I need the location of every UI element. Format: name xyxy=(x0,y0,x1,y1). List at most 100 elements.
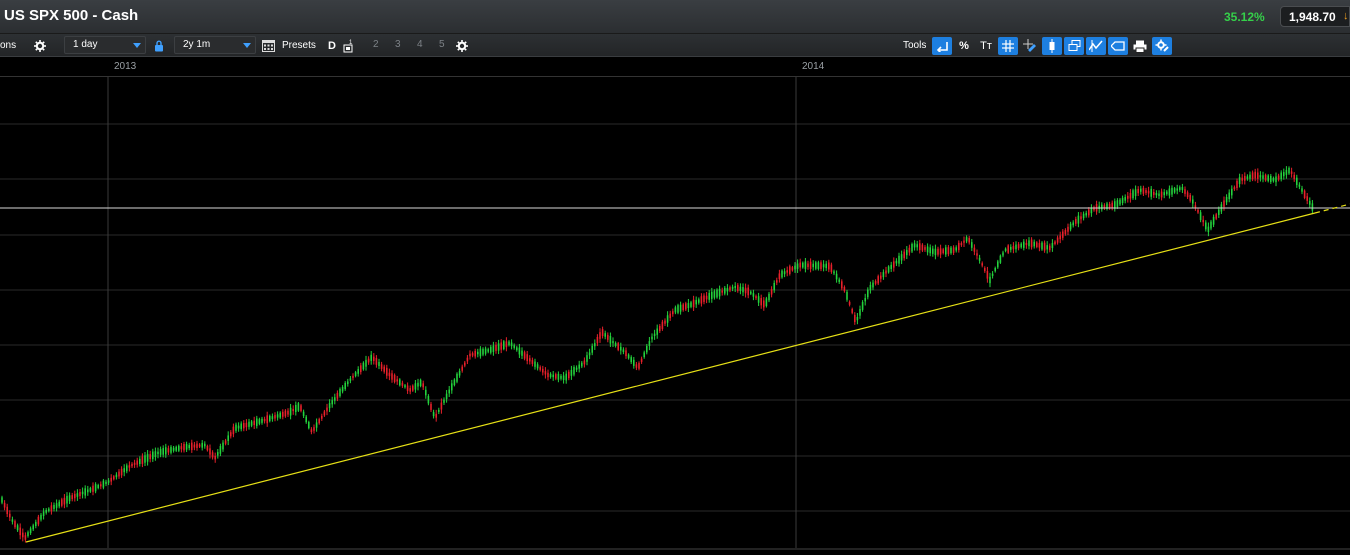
period-d-button[interactable]: D xyxy=(328,34,336,57)
down-candle xyxy=(986,270,989,279)
up-candle xyxy=(227,435,229,441)
up-candle xyxy=(1228,192,1230,200)
down-candle xyxy=(430,403,432,410)
up-candle xyxy=(906,249,908,256)
text-tool-button[interactable]: Tт xyxy=(976,37,996,55)
up-candle xyxy=(178,445,180,451)
down-candle xyxy=(128,465,131,468)
up-candle xyxy=(612,341,614,344)
up-candle xyxy=(89,488,92,492)
up-candle xyxy=(534,361,536,367)
up-candle xyxy=(68,495,71,502)
range-select[interactable]: 2y 1m xyxy=(174,36,256,54)
print-icon[interactable] xyxy=(1130,37,1150,55)
down-candle xyxy=(50,505,53,512)
up-candle xyxy=(1298,184,1301,187)
down-candle xyxy=(1264,174,1267,181)
down-candle xyxy=(396,379,398,382)
down-candle xyxy=(1241,177,1243,181)
down-candle xyxy=(841,281,843,289)
up-candle xyxy=(414,383,417,390)
down-candle xyxy=(1127,195,1129,199)
percent-button[interactable]: % xyxy=(954,37,974,55)
label-tag-icon[interactable] xyxy=(1108,37,1128,55)
trendline xyxy=(25,212,1316,543)
down-candle xyxy=(401,382,404,386)
down-candle xyxy=(1223,200,1225,207)
preset-2-button[interactable]: 2 xyxy=(373,39,379,50)
instrument-title: US SPX 500 - Cash xyxy=(4,7,139,24)
up-candle xyxy=(708,292,710,300)
up-candle xyxy=(549,373,552,378)
up-candle xyxy=(1010,246,1012,250)
calendar-icon[interactable] xyxy=(262,34,275,57)
down-candle xyxy=(131,463,133,467)
year-label-2013: 2013 xyxy=(114,61,137,72)
price-chart[interactable] xyxy=(0,0,1350,555)
crosshair-pencil-icon[interactable] xyxy=(1020,37,1040,55)
tools-label: Tools xyxy=(903,40,927,51)
price-box[interactable]: 1,948.70 ↓ xyxy=(1280,6,1350,27)
options-menu[interactable]: ons xyxy=(0,34,16,57)
down-candle xyxy=(1186,192,1189,198)
up-candle xyxy=(861,302,864,310)
up-candle xyxy=(1158,193,1160,196)
down-candle xyxy=(703,295,705,302)
up-candle xyxy=(643,352,645,358)
down-candle xyxy=(209,448,211,455)
down-candle xyxy=(360,365,362,373)
down-candle xyxy=(1056,237,1059,243)
up-candle xyxy=(94,484,97,492)
down-candle xyxy=(1007,245,1009,253)
interval-select[interactable]: 1 day xyxy=(64,36,146,54)
preset-settings-gear-icon[interactable] xyxy=(456,34,468,57)
preset-4-button[interactable]: 4 xyxy=(417,39,423,50)
up-candle xyxy=(1132,190,1134,199)
down-candle xyxy=(100,484,102,487)
up-candle xyxy=(347,381,349,385)
year-label-2014: 2014 xyxy=(802,61,825,72)
up-candle xyxy=(165,447,167,455)
up-candle xyxy=(856,316,859,321)
up-candle xyxy=(812,263,814,268)
up-candle xyxy=(53,504,55,509)
settings-tools-icon[interactable] xyxy=(1152,37,1172,55)
down-candle xyxy=(92,485,94,492)
arrow-down-icon: ↓ xyxy=(1343,10,1349,22)
up-candle xyxy=(172,447,175,451)
lock-icon[interactable] xyxy=(154,34,164,57)
up-candle xyxy=(557,373,560,380)
down-candle xyxy=(1197,209,1199,213)
up-candle xyxy=(1280,172,1282,180)
up-candle xyxy=(1176,188,1178,191)
down-candle xyxy=(1189,194,1191,201)
up-candle xyxy=(1119,199,1121,205)
grid-icon[interactable] xyxy=(998,37,1018,55)
preset-5-button[interactable]: 5 xyxy=(439,39,445,50)
up-candle xyxy=(1101,204,1103,210)
up-candle xyxy=(991,273,994,276)
up-candle xyxy=(588,352,591,356)
down-candle xyxy=(1075,219,1077,224)
settings-gear-icon[interactable] xyxy=(34,34,46,57)
up-candle xyxy=(1179,187,1181,191)
down-candle xyxy=(599,332,601,339)
down-candle xyxy=(1147,190,1150,194)
down-candle xyxy=(539,367,541,370)
up-candle xyxy=(1116,200,1119,207)
candlestick-icon[interactable] xyxy=(1042,37,1062,55)
windows-icon[interactable] xyxy=(1064,37,1084,55)
up-candle xyxy=(666,315,669,323)
indicator-icon[interactable] xyxy=(1086,37,1106,55)
up-candle xyxy=(1205,222,1207,230)
back-arrow-icon[interactable] xyxy=(932,37,952,55)
up-candle xyxy=(1072,222,1074,226)
down-candle xyxy=(1290,171,1293,174)
preset-3-button[interactable]: 3 xyxy=(395,39,401,50)
preset-1-icon[interactable]: 1 xyxy=(343,34,355,57)
down-candle xyxy=(755,296,757,299)
down-candle xyxy=(544,371,547,375)
up-candle xyxy=(308,421,310,429)
down-candle xyxy=(607,334,609,340)
up-candle xyxy=(651,336,653,340)
